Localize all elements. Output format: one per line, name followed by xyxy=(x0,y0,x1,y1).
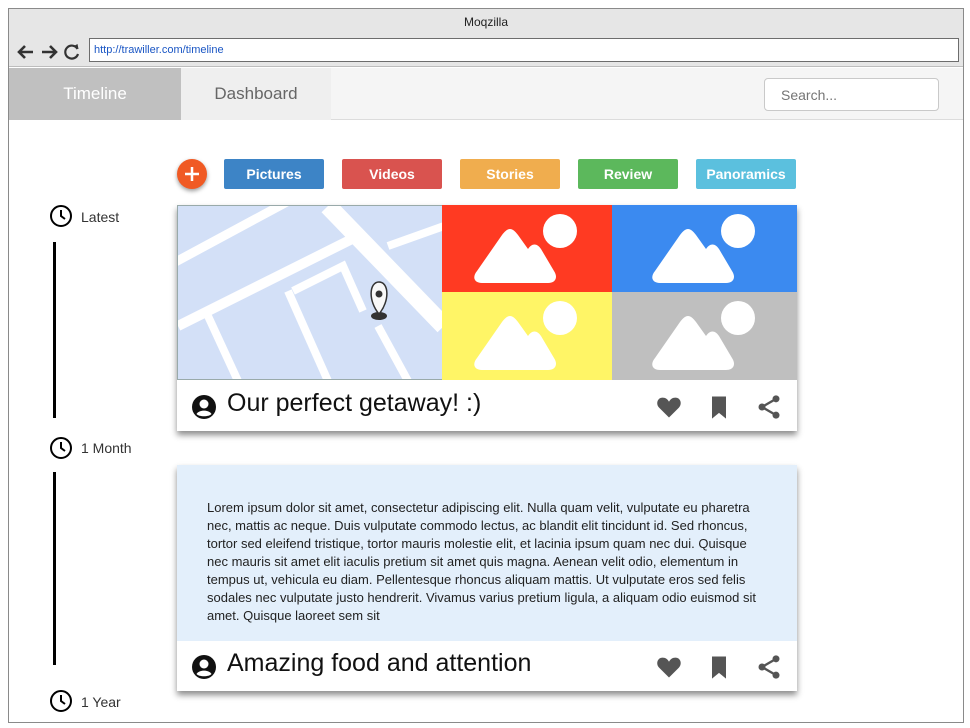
clock-icon xyxy=(50,205,72,227)
post-card[interactable]: Lorem ipsum dolor sit amet, consectetur … xyxy=(177,465,797,691)
post-title: Amazing food and attention xyxy=(227,649,532,677)
post-card[interactable]: Our perfect getaway! :) xyxy=(177,205,797,431)
bookmark-icon[interactable] xyxy=(705,393,733,421)
timeline-line xyxy=(53,472,56,665)
photo-thumbnail[interactable] xyxy=(442,205,612,292)
map-image[interactable] xyxy=(177,205,443,380)
tab-dashboard[interactable]: Dashboard xyxy=(181,68,331,120)
url-bar[interactable]: http://trawiller.com/timeline xyxy=(89,38,959,62)
heart-icon[interactable] xyxy=(655,653,683,681)
filter-review-button[interactable]: Review xyxy=(578,159,678,189)
clock-icon xyxy=(50,690,72,712)
app-nav: Timeline Dashboard xyxy=(9,68,963,120)
post-title: Our perfect getaway! :) xyxy=(227,389,482,417)
filter-pictures-button[interactable]: Pictures xyxy=(224,159,324,189)
timeline-line xyxy=(53,242,56,418)
post-footer: Our perfect getaway! :) xyxy=(177,381,797,431)
filter-stories-button[interactable]: Stories xyxy=(460,159,560,189)
image-placeholder-icon xyxy=(652,214,755,283)
photo-thumbnail[interactable] xyxy=(612,292,797,380)
heart-icon[interactable] xyxy=(655,393,683,421)
timeline-label-year: 1 Year xyxy=(81,694,121,710)
filter-videos-button[interactable]: Videos xyxy=(342,159,442,189)
reload-icon[interactable] xyxy=(61,41,83,63)
photo-thumbnail[interactable] xyxy=(442,292,612,380)
post-body: Lorem ipsum dolor sit amet, consectetur … xyxy=(177,465,797,641)
address-row: http://trawiller.com/timeline xyxy=(9,37,963,67)
image-placeholder-icon xyxy=(474,214,577,283)
user-avatar-icon xyxy=(192,395,216,419)
share-icon[interactable] xyxy=(755,393,783,421)
tab-timeline[interactable]: Timeline xyxy=(9,68,181,120)
user-avatar-icon xyxy=(192,655,216,679)
post-footer: Amazing food and attention xyxy=(177,641,797,691)
map-illustration xyxy=(178,206,442,379)
add-post-button[interactable] xyxy=(177,159,207,189)
timeline-label-latest: Latest xyxy=(81,209,120,225)
image-placeholder-icon xyxy=(474,301,577,370)
bookmark-icon[interactable] xyxy=(705,653,733,681)
forward-arrow-icon[interactable] xyxy=(38,41,60,63)
back-arrow-icon[interactable] xyxy=(15,41,37,63)
clock-icon xyxy=(50,437,72,459)
photo-thumbnail[interactable] xyxy=(612,205,797,292)
share-icon[interactable] xyxy=(755,653,783,681)
timeline-label-month: 1 Month xyxy=(81,440,132,456)
search-input[interactable] xyxy=(764,78,939,111)
filter-panoramics-button[interactable]: Panoramics xyxy=(696,159,796,189)
window-title: Moqzilla xyxy=(9,9,963,37)
image-placeholder-icon xyxy=(652,301,755,370)
plus-icon xyxy=(185,167,199,181)
